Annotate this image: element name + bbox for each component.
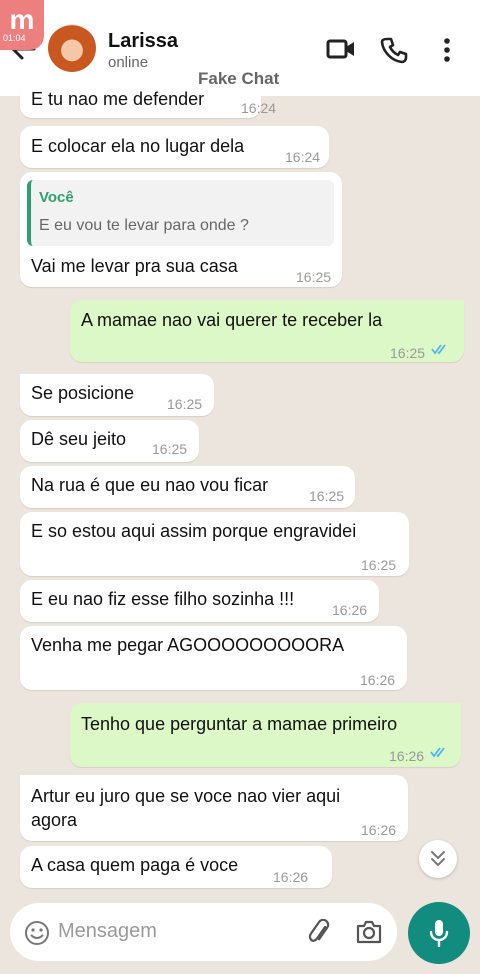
message-time: 16:25 [152,441,188,457]
message-time: 16:25 [390,345,426,361]
message-bubble[interactable]: Você E eu vou te levar para onde ? Vai m… [20,172,342,287]
message-time: 16:25 [167,396,203,412]
message-text: Dê seu jeito [31,429,127,449]
message-bubble[interactable]: Artur eu juro que se voce nao vier aqui … [20,775,408,841]
message-time: 16:26 [332,602,368,618]
contact-name[interactable]: Larissa [108,30,178,53]
camera-icon[interactable] [355,919,383,945]
message-bubble[interactable]: Dê seu jeito 16:25 [20,420,199,462]
message-bubble[interactable]: E eu nao fiz esse filho sozinha !!! 16:2… [20,580,379,622]
message-time: 16:26 [389,748,425,764]
scroll-to-bottom-button[interactable] [419,840,457,878]
message-text: Tenho que perguntar a mamae primeiro [81,714,398,734]
recorder-logo: m 01:04 [0,0,44,50]
paperclip-icon[interactable] [306,919,334,947]
recorder-logo-letter: m [9,4,35,35]
message-composer[interactable]: Mensagem [10,903,397,961]
emoji-icon[interactable] [24,920,50,946]
double-check-icon [430,747,445,758]
avatar[interactable] [48,24,96,72]
message-time: 16:25 [309,488,345,504]
double-chevron-down-icon [431,851,445,866]
message-text: Artur eu juro que se voce nao vier aqui [31,786,341,806]
message-text: A mamae nao vai querer te receber la [81,310,383,330]
quoted-reply[interactable]: Você E eu vou te levar para onde ? [27,180,334,246]
message-text: E eu nao fiz esse filho sozinha !!! [31,589,295,609]
message-text: E colocar ela no lugar dela [31,136,245,156]
message-bubble[interactable]: E so estou aqui assim porque engravidei … [20,512,409,576]
message-bubble[interactable]: Tenho que perguntar a mamae primeiro 16:… [70,703,461,767]
phone-icon[interactable] [380,36,408,64]
chat-header: Larissa online Fake Chat [0,0,480,96]
message-bubble[interactable]: E tu nao me defender 16:24 [20,86,276,118]
microphone-icon [429,920,449,948]
message-text: A casa quem paga é voce [31,855,239,875]
message-bubble[interactable]: Se posicione 16:25 [20,374,214,416]
message-bubble[interactable]: Na rua é que eu nao vou ficar 16:25 [20,466,355,508]
voice-message-button[interactable] [408,902,470,964]
message-text-line2: agora [31,810,78,830]
message-time: 16:25 [361,557,397,573]
reply-author: Você [39,189,74,206]
reply-text: E eu vou te levar para onde ? [39,217,249,234]
message-time: 16:26 [361,822,397,838]
message-bubble[interactable]: A casa quem paga é voce 16:26 [20,846,332,888]
message-time: 16:24 [285,149,321,165]
message-time: 16:26 [273,869,309,885]
message-time: 16:25 [296,269,332,285]
message-bubble[interactable]: E colocar ela no lugar dela 16:24 [20,126,329,168]
message-text: E tu nao me defender [31,89,205,109]
video-call-icon[interactable] [326,36,356,62]
contact-status: online [108,54,149,71]
double-check-icon [431,344,446,355]
message-bubble[interactable]: A mamae nao vai querer te receber la 16:… [70,300,464,362]
message-text: Se posicione [31,383,135,403]
message-time: 16:24 [241,100,277,116]
message-time: 16:26 [360,672,396,688]
message-bubble[interactable]: Venha me pegar AGOOOOOOOOORA 16:26 [20,626,407,690]
message-text: Vai me levar pra sua casa [31,256,238,276]
recorder-timer: 01:04 [3,33,26,43]
message-text: Venha me pegar AGOOOOOOOOORA [31,635,345,655]
more-options-icon[interactable] [440,36,454,64]
message-list[interactable]: E tu nao me defender 16:24 E colocar ela… [0,86,480,898]
message-input[interactable]: Mensagem [58,920,157,943]
message-text: E so estou aqui assim porque engravidei [31,521,357,541]
message-text: Na rua é que eu nao vou ficar [31,475,269,495]
